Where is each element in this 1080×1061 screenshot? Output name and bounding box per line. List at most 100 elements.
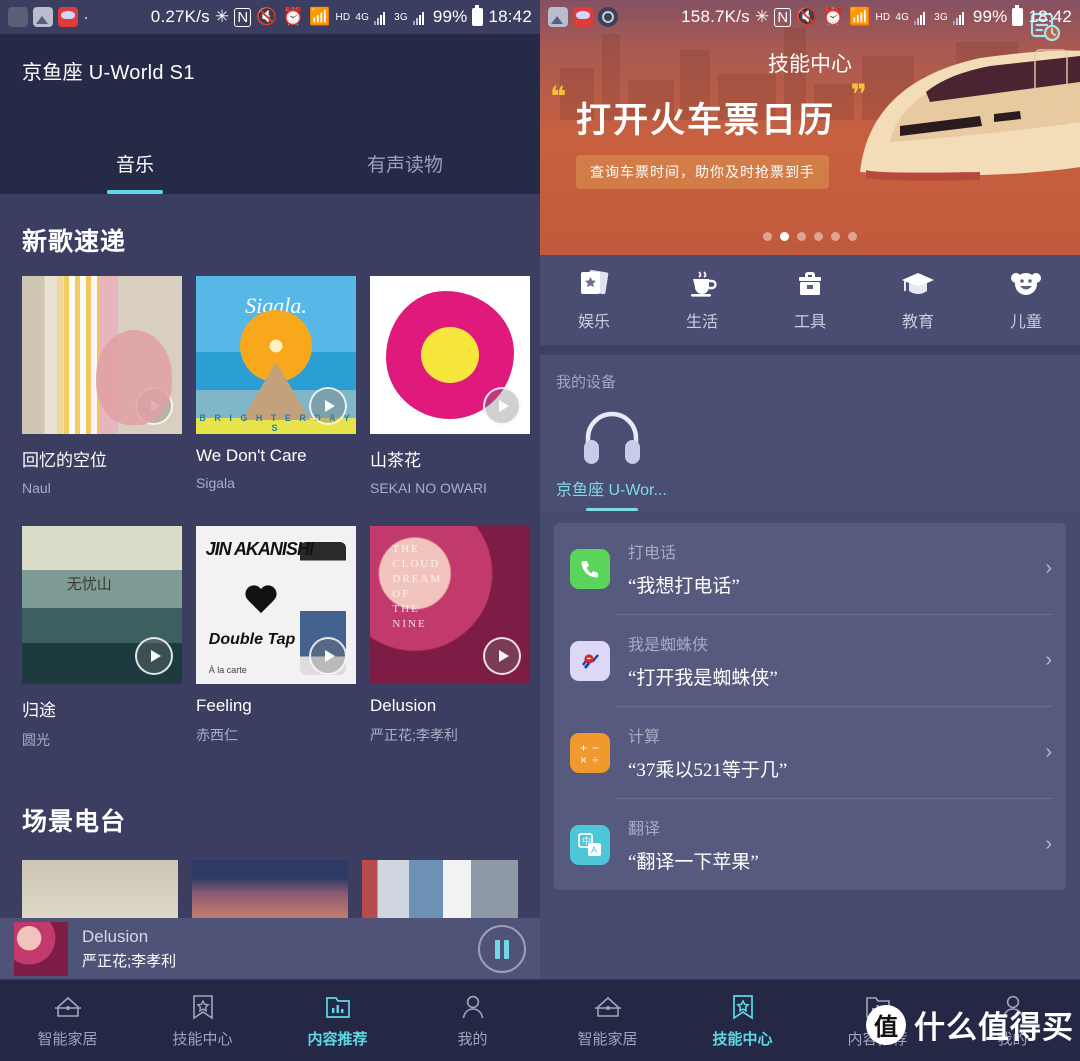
song-card[interactable]: THE CLOUD DREAM OF THE NINE Delusion 严正花… bbox=[370, 526, 530, 750]
category-children[interactable]: 儿童 bbox=[972, 269, 1080, 332]
section-title-new-songs: 新歌速递 bbox=[22, 228, 127, 256]
svg-text:×: × bbox=[580, 753, 587, 766]
dot-active[interactable] bbox=[780, 232, 789, 241]
banner-pagination-dots[interactable] bbox=[540, 232, 1080, 241]
bluetooth-icon: ✳ bbox=[754, 7, 770, 26]
banner-subtitle: 查询车票时间，助你及时抢票到手 bbox=[576, 155, 829, 189]
skill-phrase: “打开我是蜘蛛侠” bbox=[628, 668, 778, 689]
album-art: Sigala. B R I G H T E R D A Y S bbox=[196, 276, 356, 434]
svg-text:A: A bbox=[591, 845, 597, 855]
nav-label: 内容推荐 bbox=[307, 1030, 368, 1048]
gallery-icon bbox=[33, 7, 53, 27]
chevron-right-icon: › bbox=[1045, 741, 1052, 763]
gallery-icon bbox=[548, 7, 568, 27]
left-status-bar: · 0.27K/s ✳ N 🔇 ⏰ 📶 HD 4G 3G 99% 18:42 bbox=[0, 0, 540, 34]
clock: 18:42 bbox=[488, 7, 532, 26]
skill-row-spiderman[interactable]: 我是蜘蛛侠 “打开我是蜘蛛侠” › bbox=[554, 615, 1066, 706]
song-artist: 圆光 bbox=[22, 732, 50, 748]
album-scrawl-text: JIN AKANISHI bbox=[205, 538, 314, 559]
scene-radio-card[interactable] bbox=[192, 860, 348, 920]
watermark: 值 什么值得买 bbox=[866, 1002, 1074, 1047]
nav-item-smart-home[interactable]: 智能家居 bbox=[540, 993, 675, 1049]
song-card[interactable]: 山茶花 SEKAI NO OWARI bbox=[370, 276, 530, 496]
tab-music[interactable]: 音乐 bbox=[0, 132, 270, 194]
pier-graphic bbox=[242, 361, 310, 420]
song-grid-row-1: 回忆的空位 Naul Sigala. B R I G H T E R D A Y… bbox=[0, 276, 540, 496]
play-icon[interactable] bbox=[309, 387, 347, 425]
play-icon[interactable] bbox=[483, 637, 521, 675]
tab-audiobook-label: 有声读物 bbox=[366, 154, 443, 176]
scene-radio-card[interactable] bbox=[362, 860, 518, 920]
category-life[interactable]: 生活 bbox=[648, 269, 756, 332]
dot[interactable] bbox=[763, 232, 772, 241]
song-title: 归途 bbox=[22, 701, 56, 720]
album-art bbox=[370, 276, 530, 434]
skill-title: 打电话 bbox=[628, 545, 677, 562]
song-title: 山茶花 bbox=[370, 451, 421, 470]
battery-percent: 99% bbox=[432, 7, 468, 26]
play-icon[interactable] bbox=[483, 387, 521, 425]
nav-label: 我的 bbox=[457, 1030, 488, 1048]
weather-app-icon bbox=[58, 7, 78, 27]
nav-item-mine[interactable]: 我的 bbox=[405, 993, 540, 1049]
sim2-signal-icon bbox=[952, 10, 968, 25]
nav-label: 技能中心 bbox=[712, 1030, 773, 1048]
app-icon-grey bbox=[8, 7, 28, 27]
right-phone-screen: 158.7K/s ✳ N 🔇 ⏰ 📶 HD 4G 3G 99% 18:42 技能… bbox=[540, 0, 1080, 1061]
dot[interactable] bbox=[814, 232, 823, 241]
bookmark-star-icon bbox=[732, 994, 753, 1020]
mini-player[interactable]: Delusion 严正花;李孝利 bbox=[0, 918, 540, 980]
my-device-title: 我的设备 bbox=[556, 374, 617, 391]
category-label: 工具 bbox=[793, 313, 826, 331]
nav-item-skill-center[interactable]: 技能中心 bbox=[135, 993, 270, 1049]
nfc-icon: N bbox=[234, 7, 252, 27]
scene-radio-row bbox=[0, 860, 540, 920]
sim2-network-label: 3G bbox=[394, 11, 408, 23]
nav-item-content-recommend[interactable]: 内容推荐 bbox=[270, 993, 405, 1049]
skill-phrase: “37乘以521等于几” bbox=[628, 760, 788, 781]
nav-item-skill-center[interactable]: 技能中心 bbox=[675, 993, 810, 1049]
headphones-icon bbox=[584, 411, 640, 464]
tab-audiobook[interactable]: 有声读物 bbox=[270, 132, 540, 194]
song-artist: 赤西仁 bbox=[196, 727, 238, 743]
skill-row-translate[interactable]: 中 A 翻译 “翻译一下苹果” › bbox=[554, 799, 1066, 890]
pause-icon[interactable] bbox=[478, 925, 526, 973]
skill-row-phone[interactable]: 打电话 “我想打电话” › bbox=[554, 523, 1066, 614]
skill-row-calculator[interactable]: + − × ÷ 计算 “37乘以521等于几” › bbox=[554, 707, 1066, 798]
skill-list: 打电话 “我想打电话” › 我是蜘蛛侠 “打开我是蜘蛛侠” › + − × ÷ … bbox=[554, 523, 1066, 890]
scene-radio-card[interactable] bbox=[22, 860, 178, 920]
song-artist: SEKAI NO OWARI bbox=[370, 480, 487, 496]
battery-icon bbox=[1012, 5, 1024, 26]
sim1-signal-icon bbox=[914, 10, 929, 25]
weather-app-icon bbox=[573, 7, 593, 27]
song-card[interactable]: 无忧山 归途 圆光 bbox=[22, 526, 182, 750]
nav-label: 智能家居 bbox=[577, 1030, 638, 1048]
dot[interactable] bbox=[797, 232, 806, 241]
left-scroll-content[interactable]: 新歌速递 回忆的空位 Naul Sigala. B R I G H T E R … bbox=[0, 194, 540, 934]
left-bottom-nav: 智能家居 技能中心 内容推荐 我的 bbox=[0, 979, 540, 1061]
song-grid-row-2: 无忧山 归途 圆光 JIN AKANISHI Double Tap À la c… bbox=[0, 526, 540, 750]
mini-player-title: Delusion bbox=[82, 927, 149, 946]
device-card[interactable]: 京鱼座 U-Wor... bbox=[556, 406, 674, 500]
play-icon[interactable] bbox=[135, 387, 173, 425]
dot[interactable] bbox=[831, 232, 840, 241]
dot[interactable] bbox=[848, 232, 857, 241]
category-label: 教育 bbox=[901, 313, 934, 331]
my-device-section: 我的设备 京鱼座 U-Wor... bbox=[540, 355, 1080, 511]
song-artist: Naul bbox=[22, 480, 51, 496]
category-tools[interactable]: 工具 bbox=[756, 269, 864, 332]
song-card[interactable]: JIN AKANISHI Double Tap À la carte Feeli… bbox=[196, 526, 356, 750]
category-entertainment[interactable]: 娱乐 bbox=[540, 269, 648, 332]
song-card[interactable]: Sigala. B R I G H T E R D A Y S We Don't… bbox=[196, 276, 356, 496]
song-card[interactable]: 回忆的空位 Naul bbox=[22, 276, 182, 496]
nav-item-smart-home[interactable]: 智能家居 bbox=[0, 993, 135, 1049]
bookmark-star-icon bbox=[192, 994, 213, 1019]
category-education[interactable]: 教育 bbox=[864, 269, 972, 332]
play-icon[interactable] bbox=[309, 637, 347, 675]
device-name: 京鱼座 U-Wor... bbox=[556, 482, 667, 499]
person-icon bbox=[462, 995, 483, 1018]
play-icon[interactable] bbox=[135, 637, 173, 675]
skill-center-banner[interactable]: 158.7K/s ✳ N 🔇 ⏰ 📶 HD 4G 3G 99% 18:42 技能… bbox=[540, 0, 1080, 255]
sim1-network-label: 4G bbox=[895, 11, 910, 23]
album-footnote-text: À la carte bbox=[208, 664, 247, 675]
